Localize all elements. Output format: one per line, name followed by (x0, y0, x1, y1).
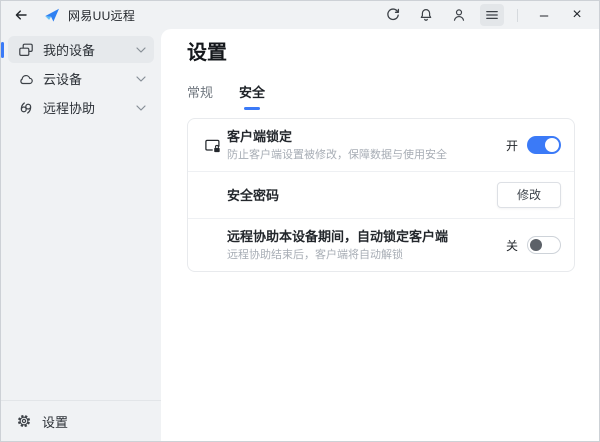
setting-title: 安全密码 (227, 187, 280, 203)
setting-texts: 客户端锁定 防止客户端设置被修改，保障数据与使用安全 (227, 129, 447, 161)
sidebar: 我的设备 云设备 远程协助 设置 (1, 29, 161, 441)
toggle-state-label: 关 (505, 238, 518, 253)
sidebar-item-my-devices[interactable]: 我的设备 (8, 36, 154, 63)
back-arrow-icon (13, 7, 29, 23)
toggle-knob (545, 138, 559, 152)
sidebar-footer-label: 设置 (42, 414, 69, 430)
setting-row-auto-lock: 远程协助本设备期间，自动锁定客户端 远程协助结束后，客户端将自动解锁 关 (188, 218, 574, 271)
setting-title: 客户端锁定 (227, 129, 293, 144)
chevron-down-icon (136, 75, 146, 82)
devices-icon (18, 42, 34, 58)
chevron-down-icon (136, 46, 146, 53)
sidebar-item-label: 远程协助 (43, 101, 96, 116)
refresh-button[interactable] (381, 4, 405, 26)
uu-logo-icon (43, 6, 61, 24)
security-settings-card: 客户端锁定 防止客户端设置被修改，保障数据与使用安全 开 安全密码 修改 远程协… (187, 118, 575, 272)
refresh-icon (385, 7, 401, 23)
sidebar-item-settings[interactable]: 设置 (1, 400, 161, 441)
setting-subtitle: 防止客户端设置被修改，保障数据与使用安全 (227, 149, 447, 161)
user-icon (451, 7, 467, 23)
setting-title: 远程协助本设备期间，自动锁定客户端 (227, 229, 449, 244)
close-icon: × (572, 6, 582, 23)
settings-tabs: 常规 安全 (187, 82, 575, 110)
titlebar-actions: – × (372, 4, 589, 26)
back-button[interactable] (9, 4, 33, 26)
sidebar-item-cloud-devices[interactable]: 云设备 (8, 65, 154, 92)
setting-texts: 远程协助本设备期间，自动锁定客户端 远程协助结束后，客户端将自动解锁 (227, 229, 448, 261)
tab-general[interactable]: 常规 (187, 82, 213, 110)
app-title: 网易UU远程 (68, 8, 136, 23)
minimize-icon: – (539, 6, 549, 24)
user-button[interactable] (447, 4, 471, 26)
toggle-state-label: 开 (505, 138, 518, 153)
client-lock-icon (204, 137, 221, 154)
sidebar-item-label: 云设备 (43, 72, 83, 87)
gear-icon (16, 413, 32, 429)
setting-subtitle: 远程协助结束后，客户端将自动解锁 (227, 249, 403, 261)
setting-control: 关 (494, 236, 561, 254)
app-body: 我的设备 云设备 远程协助 设置 设置 常规 安全 客户端锁定 防止客户端设置被… (1, 29, 599, 441)
auto-lock-toggle[interactable] (527, 236, 561, 254)
sidebar-item-label: 我的设备 (43, 43, 96, 58)
menu-button[interactable] (480, 4, 504, 26)
notification-bell-icon (418, 7, 434, 23)
titlebar-divider (517, 8, 518, 22)
remote-assist-icon (18, 100, 34, 116)
setting-row-security-password: 安全密码 修改 (188, 171, 574, 218)
menu-icon (484, 7, 500, 23)
setting-control: 开 (494, 136, 561, 154)
notification-button[interactable] (414, 4, 438, 26)
modify-password-button[interactable]: 修改 (496, 182, 561, 208)
chevron-down-icon (136, 104, 146, 111)
main-panel: 设置 常规 安全 客户端锁定 防止客户端设置被修改，保障数据与使用安全 开 安全… (161, 29, 599, 441)
setting-texts: 安全密码 (227, 188, 279, 203)
cloud-icon (18, 71, 34, 87)
close-button[interactable]: × (565, 4, 589, 26)
app-window: 网易UU远程 – × 我的设备 云设备 远程协助 设置 设置 常规 安全 客户端… (0, 0, 600, 442)
client-lock-toggle[interactable] (527, 136, 561, 154)
titlebar: 网易UU远程 – × (1, 1, 599, 29)
sidebar-item-remote-assist[interactable]: 远程协助 (8, 94, 154, 121)
page-title: 设置 (187, 42, 227, 64)
minimize-button[interactable]: – (532, 4, 556, 26)
toggle-knob (530, 239, 542, 251)
setting-row-client-lock: 客户端锁定 防止客户端设置被修改，保障数据与使用安全 开 (188, 119, 574, 171)
setting-control: 修改 (485, 182, 561, 208)
tab-security[interactable]: 安全 (239, 82, 265, 110)
